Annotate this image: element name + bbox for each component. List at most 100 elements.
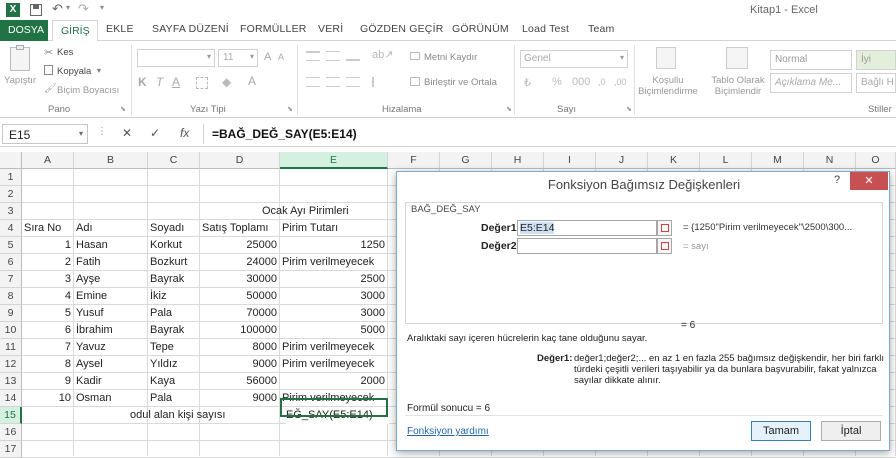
column-header[interactable]: C (148, 152, 200, 169)
row-header[interactable]: 9 (0, 305, 22, 322)
data-cell[interactable]: 3000 (282, 305, 385, 322)
data-cell[interactable]: 24000 (202, 254, 277, 271)
data-cell[interactable]: 56000 (202, 373, 277, 390)
tab-page-layout[interactable]: SAYFA DÜZENİ (152, 23, 229, 35)
align-left-icon[interactable] (306, 77, 320, 87)
data-cell[interactable]: 9000 (202, 356, 277, 373)
row-header[interactable]: 16 (0, 424, 22, 441)
data-cell[interactable]: Pirim verilmeyecek (282, 356, 385, 373)
indent-icon[interactable] (372, 77, 384, 87)
arg1-collapse-icon[interactable] (657, 220, 672, 236)
format-as-table-button[interactable]: Tablo Olarak Biçimlendir (706, 75, 770, 97)
row-header[interactable]: 17 (0, 441, 22, 458)
row-header[interactable]: 2 (0, 186, 22, 203)
number-launcher-icon[interactable]: ⬊ (626, 105, 632, 113)
align-top-icon[interactable] (306, 51, 320, 61)
italic-button[interactable]: T (156, 75, 163, 89)
data-cell[interactable]: Pala (150, 305, 197, 322)
borders-icon[interactable] (196, 77, 208, 89)
data-cell[interactable]: 50000 (202, 288, 277, 305)
data-cell[interactable]: Osman (76, 390, 145, 407)
arg1-input[interactable]: E5:E14 (517, 220, 657, 236)
row-header[interactable]: 4 (0, 220, 22, 237)
data-cell[interactable]: Yavuz (76, 339, 145, 356)
style-linked-cell[interactable]: Bağlı H (856, 73, 896, 93)
data-cell[interactable]: Emine (76, 288, 145, 305)
data-cell[interactable]: 2 (24, 254, 71, 271)
align-middle-icon[interactable] (326, 51, 340, 61)
copy-button[interactable]: Kopyala (57, 66, 91, 77)
ok-button[interactable]: Tamam (751, 421, 811, 441)
decrease-decimal-icon[interactable]: ,00 (614, 77, 627, 87)
data-cell[interactable]: 25000 (202, 237, 277, 254)
conditional-format-button[interactable]: Koşullu Biçimlendirme (636, 75, 700, 97)
function-help-link[interactable]: Fonksiyon yardımı (407, 426, 489, 437)
merge-center-button[interactable]: Birleştir ve Ortala (424, 77, 497, 88)
column-header[interactable]: K (648, 152, 700, 169)
increase-font-icon[interactable]: A (264, 51, 271, 63)
row-header[interactable]: 6 (0, 254, 22, 271)
dialog-close-button[interactable]: ✕ (850, 172, 888, 190)
column-header[interactable]: M (752, 152, 804, 169)
enter-formula-button[interactable]: ✓ (150, 126, 160, 140)
row15-label-cell[interactable]: odul alan kişi sayısı (130, 407, 270, 424)
column-header[interactable]: E (280, 152, 388, 169)
clipboard-launcher-icon[interactable]: ⬊ (120, 105, 126, 113)
header-cell[interactable]: Adı (76, 220, 145, 237)
select-all-button[interactable] (0, 152, 22, 169)
header-cell[interactable]: Soyadı (150, 220, 197, 237)
fill-color-icon[interactable]: ◆ (222, 75, 231, 89)
tab-home[interactable]: GİRİŞ (52, 20, 98, 42)
paste-icon[interactable] (10, 45, 30, 71)
arg2-collapse-icon[interactable] (657, 238, 672, 254)
data-cell[interactable]: Bozkurt (150, 254, 197, 271)
font-launcher-icon[interactable]: ⬊ (287, 105, 293, 113)
column-header[interactable]: G (440, 152, 492, 169)
data-cell[interactable]: Kaya (150, 373, 197, 390)
bold-button[interactable]: K (138, 75, 147, 89)
header-cell[interactable]: Satış Toplamı (202, 220, 277, 237)
merge-icon[interactable] (410, 77, 420, 86)
tab-load-test[interactable]: Load Test (522, 23, 569, 35)
data-cell[interactable]: 5000 (282, 322, 385, 339)
data-cell[interactable]: Ayşe (76, 271, 145, 288)
cancel-formula-button[interactable]: ✕ (122, 126, 132, 140)
currency-icon[interactable]: ₺ (524, 76, 531, 89)
column-header[interactable]: I (544, 152, 596, 169)
data-cell[interactable]: 1250 (282, 237, 385, 254)
row-header[interactable]: 5 (0, 237, 22, 254)
data-cell[interactable]: 10 (24, 390, 71, 407)
data-cell[interactable]: Pirim verilmeyecek (282, 254, 385, 271)
column-header[interactable]: A (22, 152, 74, 169)
orientation-icon[interactable]: ab↗ (372, 48, 393, 61)
data-cell[interactable]: 8 (24, 356, 71, 373)
data-cell[interactable]: 30000 (202, 271, 277, 288)
row-header[interactable]: 14 (0, 390, 22, 407)
alignment-launcher-icon[interactable]: ⬊ (506, 105, 512, 113)
formula-bar-more-icon[interactable]: ⋮ (97, 126, 107, 137)
comma-icon[interactable]: 000 (572, 76, 590, 88)
number-format-combo[interactable]: Genel ▾ (520, 50, 628, 68)
tab-insert[interactable]: EKLE (106, 23, 134, 35)
align-bottom-icon[interactable] (346, 51, 360, 61)
style-normal[interactable]: Normal (770, 50, 852, 70)
data-cell[interactable]: 1 (24, 237, 71, 254)
arg2-input[interactable] (517, 238, 657, 254)
data-cell[interactable]: Aysel (76, 356, 145, 373)
align-center-icon[interactable] (326, 77, 340, 87)
row-header[interactable]: 8 (0, 288, 22, 305)
data-cell[interactable]: Bayrak (150, 271, 197, 288)
row-header[interactable]: 3 (0, 203, 22, 220)
header-cell[interactable]: Sıra No (24, 220, 71, 237)
tab-review[interactable]: GÖZDEN GEÇİR (360, 23, 444, 35)
data-cell[interactable]: Bayrak (150, 322, 197, 339)
column-header[interactable]: H (492, 152, 544, 169)
data-cell[interactable]: İkiz (150, 288, 197, 305)
font-name-combo[interactable]: ▾ (137, 49, 215, 67)
sheet-title-cell[interactable]: Ocak Ayı Pirimleri (262, 203, 382, 220)
style-good[interactable]: İyi (856, 50, 896, 70)
percent-icon[interactable]: % (552, 76, 562, 88)
customize-quick-access-icon[interactable]: ▾ (100, 3, 104, 12)
cut-button[interactable]: Kes (57, 47, 73, 58)
data-cell[interactable]: 8000 (202, 339, 277, 356)
